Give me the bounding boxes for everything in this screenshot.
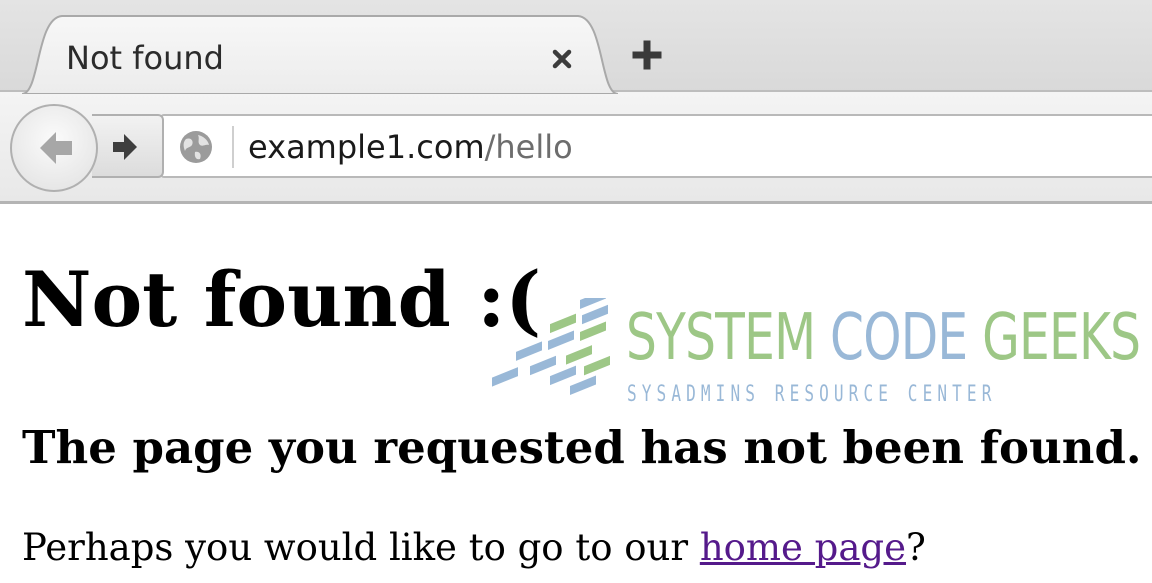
forward-button[interactable] — [92, 114, 164, 178]
tab-strip: Not found — [0, 0, 1152, 94]
url-host: example1.com — [248, 128, 485, 166]
watermark-word-code: CODE — [830, 301, 968, 375]
watermark-subtitle-text: SYSADMINS RESOURCE CENTER — [627, 382, 997, 407]
arrow-right-icon — [113, 134, 137, 160]
watermark-word-system: SYSTEM — [626, 301, 816, 375]
navigation-bar: example1.com/hello — [0, 92, 1152, 204]
watermark-title: SYSTEM CODE GEEKS — [626, 306, 1141, 370]
page-subheading: The page you requested has not been foun… — [22, 421, 1142, 474]
back-button[interactable] — [10, 104, 98, 192]
tab-title: Not found — [66, 39, 224, 77]
watermark-subtitle: SYSADMINS RESOURCE CENTER — [627, 384, 996, 406]
url-text[interactable]: example1.com/hello — [248, 128, 573, 166]
logo-mark-icon — [492, 298, 610, 396]
message-suffix: ? — [906, 526, 926, 569]
browser-tab[interactable]: Not found — [22, 14, 618, 94]
watermark-word-geeks: GEEKS — [982, 301, 1141, 375]
close-icon[interactable] — [547, 44, 577, 74]
plus-icon[interactable] — [632, 40, 662, 70]
arrow-left-icon — [40, 132, 72, 164]
system-code-geeks-watermark: SYSTEM CODE GEEKS SYSADMINS RESOURCE CEN… — [486, 298, 1141, 418]
url-path: /hello — [484, 128, 573, 166]
message-prefix: Perhaps you would like to go to our — [22, 526, 700, 569]
page-heading: Not found :( — [22, 255, 542, 344]
globe-icon — [178, 129, 214, 165]
address-bar[interactable]: example1.com/hello — [160, 114, 1152, 178]
address-separator — [232, 126, 234, 168]
page-message: Perhaps you would like to go to our home… — [22, 529, 926, 566]
home-page-link[interactable]: home page — [700, 526, 906, 569]
